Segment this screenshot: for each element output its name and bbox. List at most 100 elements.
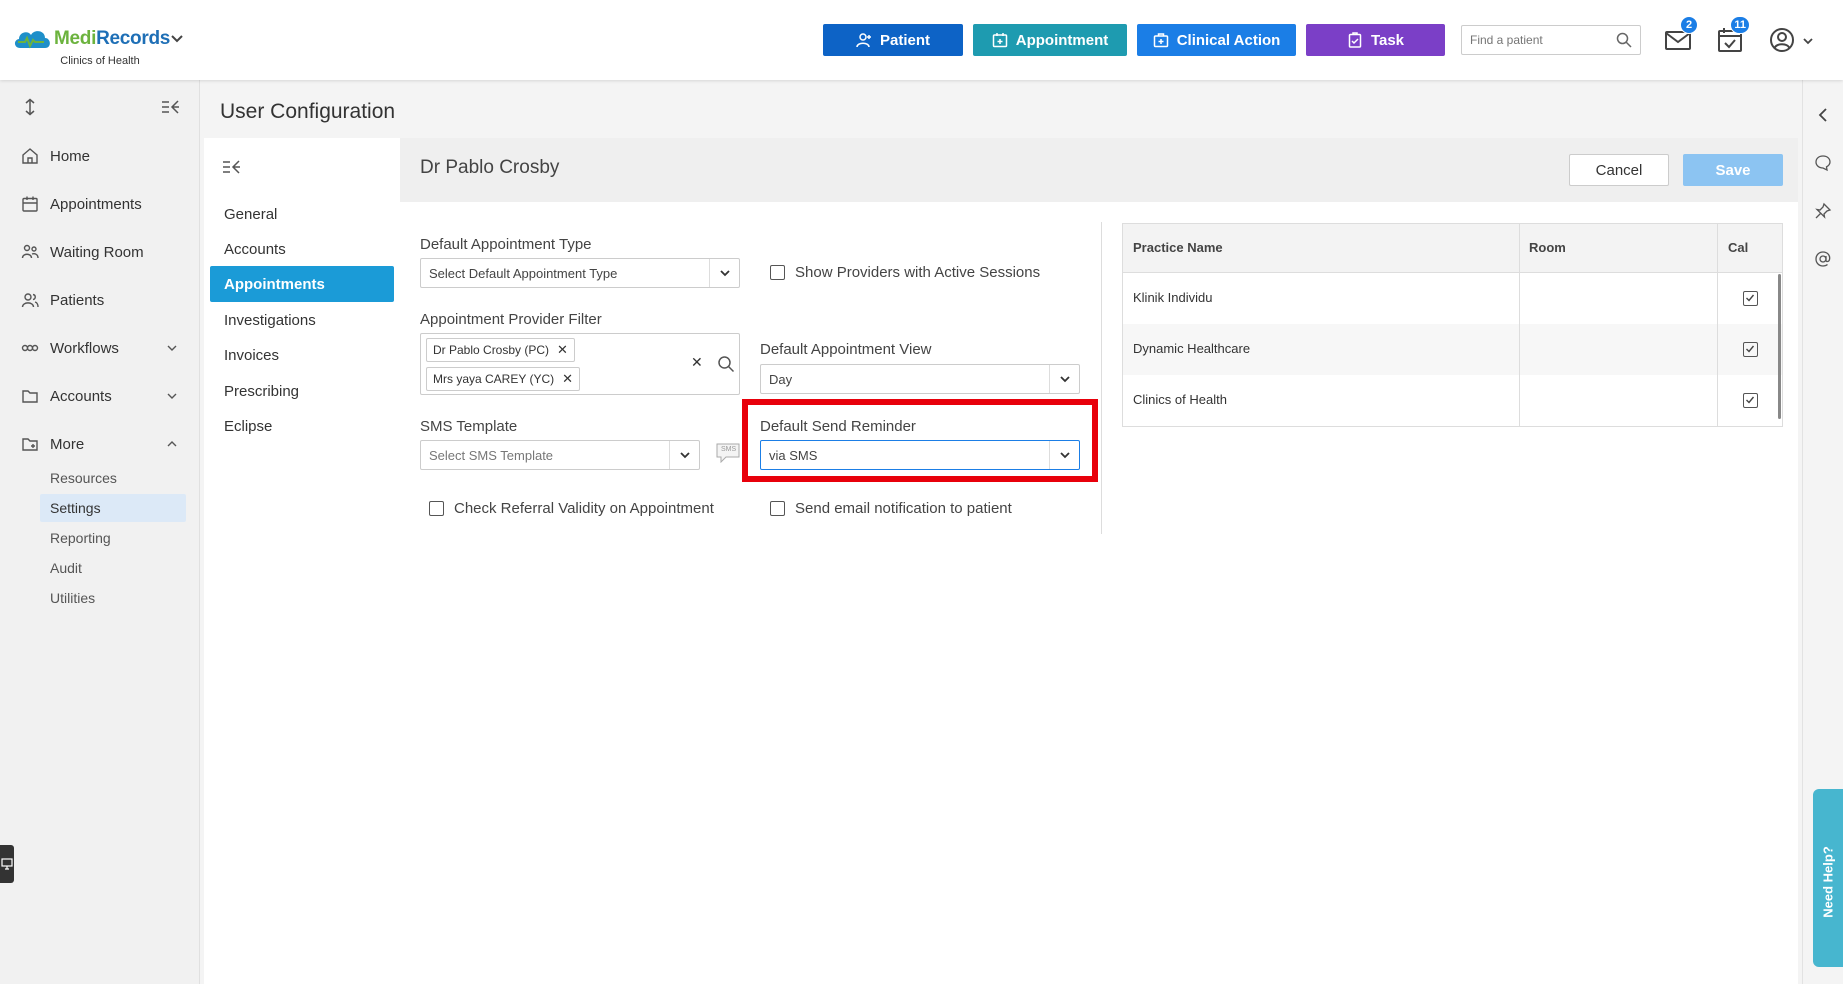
subnav-item-general[interactable]: General bbox=[210, 196, 394, 232]
clinical-action-button[interactable]: Clinical Action bbox=[1137, 24, 1296, 56]
highlight-box bbox=[742, 399, 1098, 482]
sidebar-item-waiting-room[interactable]: Waiting Room bbox=[0, 232, 200, 272]
sidebar-subitem-audit[interactable]: Audit bbox=[40, 554, 186, 582]
sms-icon-text: SMS bbox=[721, 446, 737, 453]
table-row[interactable]: Klinik Individu bbox=[1123, 273, 1782, 324]
collapse-menu-icon[interactable] bbox=[160, 98, 180, 116]
subnav-item-prescribing[interactable]: Prescribing bbox=[210, 373, 394, 409]
dropdown-caret[interactable] bbox=[1049, 365, 1079, 393]
practice-name-cell: Dynamic Healthcare bbox=[1133, 341, 1251, 356]
provider-tag: Dr Pablo Crosby (PC) ✕ bbox=[426, 338, 575, 362]
remove-tag-icon[interactable]: ✕ bbox=[557, 342, 568, 358]
sidebar-item-label: Workflows bbox=[50, 339, 119, 357]
clipboard-icon bbox=[1348, 32, 1362, 48]
provider-filter-label: Appointment Provider Filter bbox=[420, 311, 602, 328]
checkbox-label: Show Providers with Active Sessions bbox=[795, 264, 1041, 281]
table-row[interactable]: Clinics of Health bbox=[1123, 375, 1782, 426]
sidebar-subitem-reporting[interactable]: Reporting bbox=[40, 524, 186, 552]
column-header-practice[interactable]: Practice Name bbox=[1133, 240, 1223, 255]
default-appointment-view-select[interactable]: Day bbox=[760, 364, 1080, 394]
top-bar: MediRecords Clinics of Health Patient Ap… bbox=[0, 0, 1843, 80]
sidebar-item-label: Waiting Room bbox=[50, 243, 144, 261]
appointment-button[interactable]: Appointment bbox=[973, 24, 1127, 56]
remove-tag-icon[interactable]: ✕ bbox=[562, 371, 573, 387]
sidebar-item-label: Appointments bbox=[50, 195, 142, 213]
home-icon bbox=[22, 148, 38, 164]
brand-name[interactable]: MediRecords bbox=[54, 28, 170, 50]
default-appointment-type-label: Default Appointment Type bbox=[420, 236, 592, 253]
cal-checkbox[interactable] bbox=[1743, 393, 1758, 408]
sms-preview-icon[interactable]: SMS bbox=[716, 443, 740, 463]
user-menu[interactable] bbox=[1766, 24, 1816, 56]
subnav-item-investigations[interactable]: Investigations bbox=[210, 302, 394, 338]
page-title: User Configuration bbox=[220, 100, 396, 123]
messages-button[interactable]: 2 bbox=[1662, 16, 1698, 56]
clinical-action-label: Clinical Action bbox=[1176, 31, 1281, 49]
at-sign-icon[interactable] bbox=[1814, 250, 1832, 268]
sidebar-item-accounts[interactable]: Accounts bbox=[0, 376, 200, 416]
provider-filter-multiselect[interactable]: Dr Pablo Crosby (PC) ✕ Mrs yaya CAREY (Y… bbox=[420, 333, 740, 395]
cal-checkbox[interactable] bbox=[1743, 291, 1758, 306]
table-scrollbar[interactable] bbox=[1778, 274, 1781, 419]
patient-button[interactable]: Patient bbox=[823, 24, 963, 56]
column-header-cal[interactable]: Cal bbox=[1728, 240, 1748, 255]
collapse-menu-icon[interactable] bbox=[221, 158, 241, 176]
search-input[interactable] bbox=[1462, 26, 1612, 54]
search-icon[interactable] bbox=[717, 355, 735, 373]
subnav-item-invoices[interactable]: Invoices bbox=[210, 337, 394, 373]
task-button[interactable]: Task bbox=[1306, 24, 1445, 56]
column-separator bbox=[1519, 224, 1520, 426]
column-header-room[interactable]: Room bbox=[1529, 240, 1566, 255]
chevron-down-icon bbox=[720, 270, 730, 277]
sidebar-item-label: Accounts bbox=[50, 387, 112, 405]
sidebar-item-more[interactable]: More bbox=[0, 424, 200, 464]
settings-subnav: General Accounts Appointments Investigat… bbox=[204, 138, 400, 984]
subnav-item-accounts[interactable]: Accounts bbox=[210, 231, 394, 267]
chevron-left-icon[interactable] bbox=[1814, 106, 1832, 124]
chevron-down-icon bbox=[680, 452, 690, 459]
sidebar: Home Appointments Waiting Room Patients … bbox=[0, 80, 200, 984]
subnav-item-eclipse[interactable]: Eclipse bbox=[210, 408, 394, 444]
practice-table: Practice Name Room Cal Klinik Individu D… bbox=[1122, 223, 1783, 427]
sidebar-item-label: Home bbox=[50, 147, 91, 165]
send-email-checkbox[interactable]: Send email notification to patient bbox=[770, 500, 1012, 517]
waiting-people-icon bbox=[21, 244, 39, 259]
sidebar-item-patients[interactable]: Patients bbox=[0, 280, 200, 320]
calendar-icon bbox=[22, 196, 38, 212]
sidebar-subitem-resources[interactable]: Resources bbox=[40, 464, 186, 492]
subnav-item-appointments[interactable]: Appointments bbox=[210, 266, 394, 302]
checkbox-box[interactable] bbox=[429, 501, 444, 516]
checkbox-box[interactable] bbox=[770, 501, 785, 516]
cal-checkbox[interactable] bbox=[1743, 342, 1758, 357]
dropdown-caret[interactable] bbox=[669, 441, 699, 469]
default-appointment-type-select[interactable]: Select Default Appointment Type bbox=[420, 258, 740, 288]
sidebar-subitem-settings[interactable]: Settings bbox=[40, 494, 186, 522]
dropdown-caret[interactable] bbox=[709, 259, 739, 287]
cancel-button[interactable]: Cancel bbox=[1569, 154, 1669, 186]
search-icon[interactable] bbox=[1616, 32, 1632, 48]
practice-name-cell: Klinik Individu bbox=[1133, 290, 1213, 305]
checkbox-label: Send email notification to patient bbox=[795, 500, 1012, 517]
calendar-tasks-button[interactable]: 11 bbox=[1714, 16, 1750, 56]
select-value: Day bbox=[769, 372, 793, 387]
sidebar-item-appointments[interactable]: Appointments bbox=[0, 184, 200, 224]
left-edge-tab[interactable] bbox=[0, 845, 14, 883]
expand-vertical-icon[interactable] bbox=[21, 98, 39, 116]
sms-template-select[interactable]: Select SMS Template bbox=[420, 440, 700, 470]
table-row[interactable]: Dynamic Healthcare bbox=[1123, 324, 1782, 375]
clear-icon[interactable]: ✕ bbox=[691, 354, 703, 371]
sidebar-subitem-utilities[interactable]: Utilities bbox=[40, 584, 186, 612]
sidebar-item-home[interactable]: Home bbox=[0, 136, 200, 176]
sidebar-item-workflows[interactable]: Workflows bbox=[0, 328, 200, 368]
show-providers-checkbox[interactable]: Show Providers with Active Sessions bbox=[770, 264, 1040, 281]
check-icon bbox=[1746, 345, 1755, 353]
user-avatar-icon bbox=[1770, 28, 1794, 52]
need-help-tab[interactable]: Need Help? bbox=[1813, 789, 1843, 967]
save-button[interactable]: Save bbox=[1683, 154, 1783, 186]
chat-bubble-icon[interactable] bbox=[1814, 154, 1832, 172]
patient-search[interactable] bbox=[1461, 25, 1641, 55]
checkbox-box[interactable] bbox=[770, 265, 785, 280]
check-referral-checkbox[interactable]: Check Referral Validity on Appointment bbox=[429, 500, 714, 517]
chevron-down-icon[interactable] bbox=[168, 30, 186, 48]
pin-icon[interactable] bbox=[1814, 202, 1832, 220]
